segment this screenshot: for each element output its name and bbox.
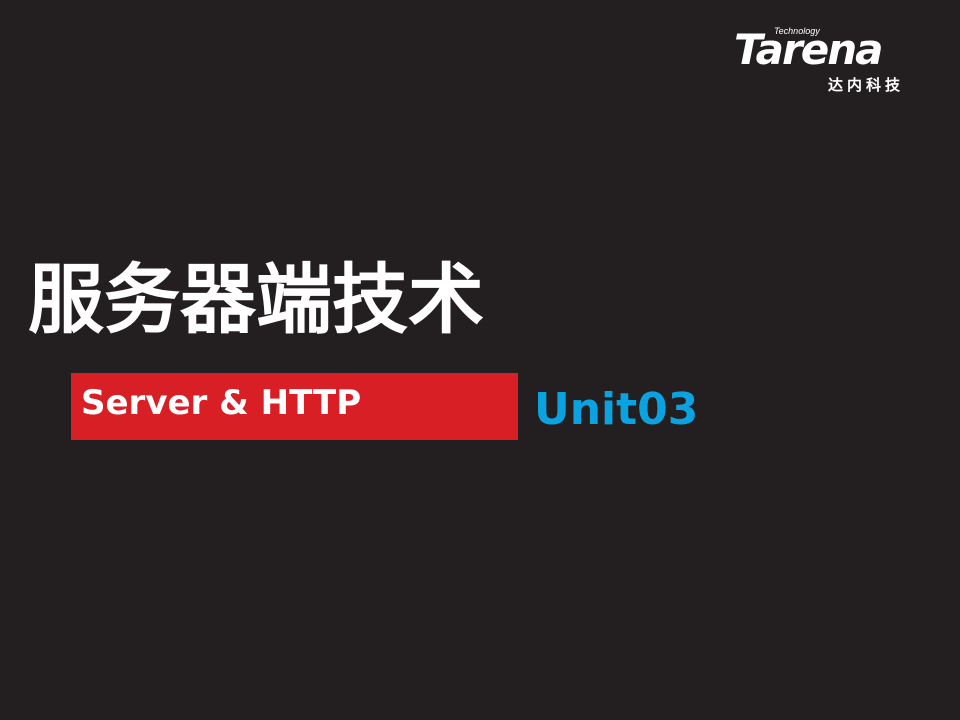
slide-subtitle: Server & HTTP — [81, 383, 362, 423]
tarena-logo: Tarena Technology 达内科技 — [728, 22, 928, 96]
logo-brand-chinese: 达内科技 — [828, 76, 905, 94]
slide-title: 服务器端技术 — [28, 255, 484, 344]
logo-technology-label: Technology — [774, 26, 820, 36]
subtitle-bar: Server & HTTP — [71, 373, 518, 440]
unit-label: Unit03 — [534, 384, 699, 435]
